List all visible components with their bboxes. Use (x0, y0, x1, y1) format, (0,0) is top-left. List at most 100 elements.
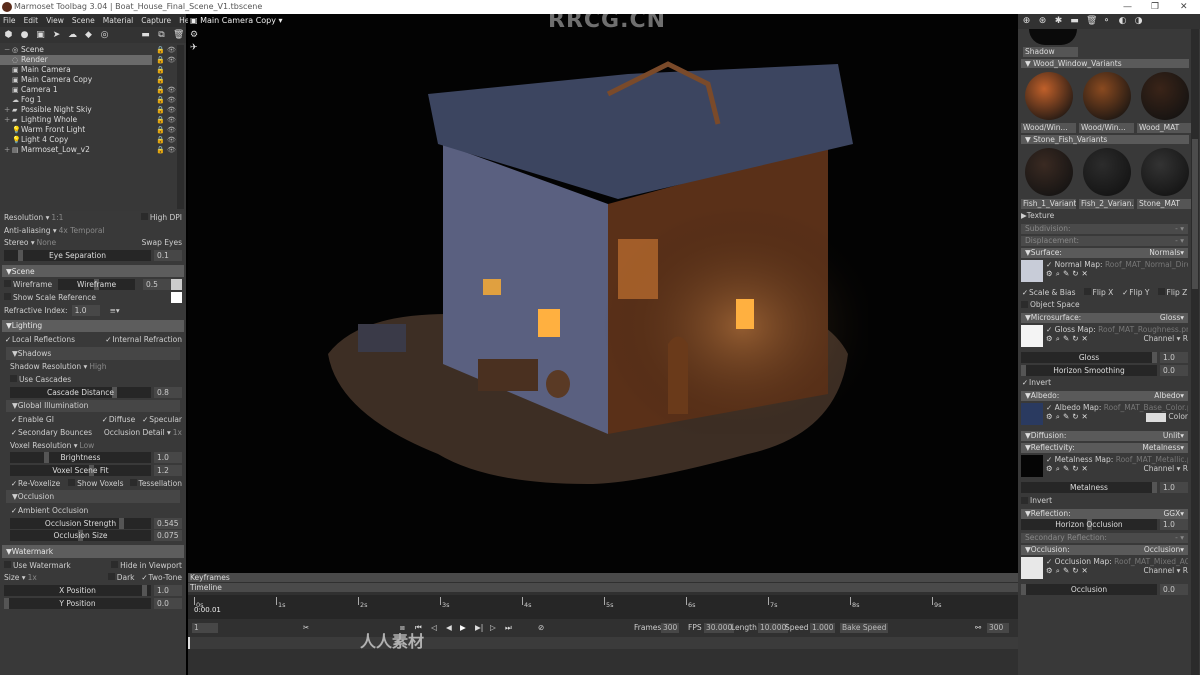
dropdown[interactable]: Resolution ▾ 1:1 (4, 213, 63, 222)
frames-field[interactable]: 300 (661, 623, 680, 633)
duplicate-icon[interactable]: ⧉ (157, 30, 166, 40)
visibility-eye-icon[interactable]: 👁 (167, 55, 176, 65)
trash-icon[interactable]: 🗑 (173, 30, 184, 40)
checkbox-box[interactable] (4, 292, 11, 300)
visibility-eye-icon[interactable]: 👁 (167, 95, 176, 105)
slider-handle[interactable] (1021, 584, 1026, 596)
map-file[interactable]: Roof_MAT_Roughness.png (1098, 325, 1188, 334)
value-field[interactable]: 1.0 (154, 585, 182, 597)
import-icon[interactable]: ◑ (1134, 17, 1143, 26)
albedo-header[interactable]: ▼ Albedo: Albedo ▾ (1021, 391, 1188, 402)
lock-icon[interactable]: 🔒 (156, 95, 165, 105)
value-field[interactable]: 1.0 (154, 452, 182, 464)
slider[interactable]: Horizon Occlusion (1021, 519, 1157, 531)
add-material-icon[interactable]: ⊕ (1022, 17, 1031, 26)
pencil-icon[interactable]: ✎ (1063, 412, 1072, 421)
color-swatch[interactable]: Color (1146, 412, 1188, 422)
slider[interactable]: Gloss (1021, 351, 1157, 363)
visibility-eye-icon[interactable]: 👁 (167, 145, 176, 155)
map-thumbnail[interactable] (1021, 557, 1043, 580)
close-icon[interactable]: ✕ (1082, 334, 1091, 343)
checkbox[interactable]: Wireframe (4, 280, 52, 289)
expander-icon[interactable]: + (4, 105, 12, 115)
check-icon[interactable]: ✓ (10, 415, 18, 424)
checkbox-box[interactable] (1157, 287, 1165, 295)
menu-edit[interactable]: Edit (24, 14, 39, 27)
check-icon[interactable]: ✓ (10, 428, 18, 437)
slider-handle[interactable] (141, 585, 147, 597)
gear-icon[interactable]: ⚙ (1046, 464, 1056, 473)
map-thumbnail[interactable] (1021, 325, 1043, 348)
material-panel-scrollbar[interactable] (1191, 29, 1199, 675)
prev-key-icon[interactable]: ◁ (431, 623, 437, 632)
folder-icon[interactable]: ▬ (141, 30, 150, 40)
map-file[interactable]: Roof_MAT_Base_Color.png (1104, 403, 1188, 412)
channel-dropdown[interactable]: Channel ▾ R (1143, 464, 1188, 473)
lock-icon[interactable]: 🔒 (156, 115, 165, 125)
slider[interactable]: Occlusion (1021, 584, 1157, 596)
map-thumbnail[interactable] (1021, 259, 1043, 282)
mode-dropdown[interactable]: GGX (1163, 509, 1180, 519)
value-field[interactable]: 0.1 (154, 249, 182, 261)
camera-selector[interactable]: ▣ Main Camera Copy ▾ (190, 16, 283, 25)
material-thumbnail[interactable]: Wood/Win... (1021, 68, 1076, 133)
tree-item[interactable]: + ▤ Marmoset_Low_v2 🔒 👁 (0, 145, 186, 155)
checkbox[interactable]: Invert (1021, 494, 1188, 507)
value-field[interactable]: 1.0 (1160, 519, 1188, 531)
slider[interactable]: X Position (4, 585, 151, 597)
checkbox[interactable]: ✓Enable GI (10, 415, 54, 424)
value-field[interactable]: 0.0 (154, 597, 182, 609)
slider[interactable]: Brightness (10, 452, 151, 464)
slider-handle[interactable] (1152, 481, 1157, 493)
lock-icon[interactable]: 🔒 (156, 45, 165, 55)
tree-item[interactable]: + ▰ Possible Night Skiy 🔒 👁 (0, 105, 186, 115)
pick-material-icon[interactable]: ✱ (1054, 17, 1063, 26)
add-shadow-catcher-icon[interactable]: ◆ (84, 30, 93, 40)
dropdown[interactable]: Stereo ▾ None (4, 238, 56, 247)
speed-field[interactable]: 1.000 (810, 623, 836, 633)
occlusion-header[interactable]: ▼ Occlusion: Occlusion ▾ (1021, 545, 1188, 556)
dropdown-arrow-icon[interactable]: - ▾ (1175, 224, 1184, 234)
material-thumbnail[interactable]: Fish_1_Variant (1021, 144, 1076, 209)
checkbox[interactable]: ✓ Invert (1021, 376, 1188, 389)
check-icon[interactable]: ✓ (141, 573, 149, 582)
shadow-material[interactable]: Shadow (1018, 29, 1200, 57)
add-sky-icon[interactable]: ◎ (100, 30, 109, 40)
slider-handle[interactable] (1152, 351, 1157, 363)
close-icon[interactable]: ✕ (1082, 566, 1091, 575)
checkbox[interactable]: Show Scale Reference (4, 292, 96, 302)
slider[interactable]: Occlusion Strength (10, 517, 151, 529)
number-field[interactable]: 1.0 (71, 304, 100, 316)
value-field[interactable]: 0.0 (1160, 584, 1188, 596)
reflectivity-header[interactable]: ▼ Reflectivity: Metalness ▾ (1021, 443, 1188, 454)
checkbox[interactable]: Use Cascades (10, 375, 71, 384)
check-icon[interactable]: ✓ (4, 335, 12, 344)
material-group-header[interactable]: ▼ Wood_Window_Variants (1021, 59, 1189, 68)
length-field[interactable]: 10.000 (758, 623, 789, 633)
section-header[interactable]: ▼ Watermark (2, 545, 184, 558)
value-field[interactable]: 0.075 (154, 530, 182, 542)
export-icon[interactable]: ◐ (1118, 17, 1127, 26)
value-field[interactable]: 1.0 (1160, 481, 1188, 493)
slider-handle[interactable] (118, 517, 124, 529)
add-fog-icon[interactable]: ☁ (68, 30, 77, 40)
mode-dropdown[interactable]: Albedo (1154, 391, 1180, 401)
menu-view[interactable]: View (46, 14, 64, 27)
tree-item[interactable]: ◌ Render 🔒 👁 (0, 55, 176, 65)
slider[interactable]: Wireframe (58, 279, 135, 291)
expander-icon[interactable]: − (4, 45, 12, 55)
checkbox[interactable]: ✓Internal Refraction (104, 335, 182, 344)
secondary-reflection-header[interactable]: Secondary Reflection: - ▾ (1021, 533, 1188, 544)
material-thumbnail[interactable]: Stone_MAT (1137, 144, 1192, 209)
slider[interactable]: Horizon Smoothing (1021, 364, 1157, 376)
material-group-header[interactable]: ▼ Stone_Fish_Variants (1021, 135, 1189, 144)
play-icon[interactable]: ▶ (460, 623, 466, 632)
checkbox[interactable]: ✓Secondary Bounces (10, 428, 92, 437)
microsurface-header[interactable]: ▼ Microsurface: Gloss ▾ (1021, 313, 1188, 324)
tree-item[interactable]: − ◎ Scene 🔒 👁 (0, 45, 186, 55)
menu-scene[interactable]: Scene (72, 14, 95, 27)
check-icon[interactable]: ✓ (1021, 378, 1029, 387)
value-field[interactable]: 0.5 (143, 279, 171, 291)
tree-item[interactable]: 💡Warm Front Light 🔒 👁 (0, 125, 186, 135)
gear-icon[interactable]: ⚙ (190, 30, 198, 40)
